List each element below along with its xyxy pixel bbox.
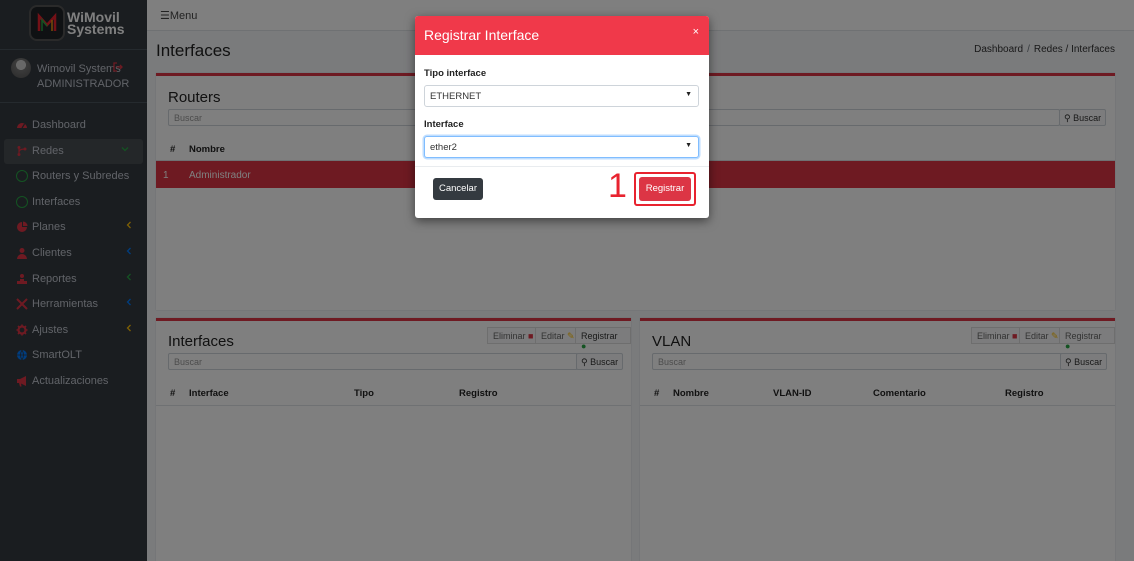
register-interface-modal: Registrar Interface × Tipo interface ETH… xyxy=(415,16,709,218)
caret-down-icon: ▼ xyxy=(685,91,692,98)
modal-title: Registrar Interface xyxy=(424,27,540,43)
tipo-interface-label: Tipo interface xyxy=(424,68,487,79)
cancel-button[interactable]: Cancelar xyxy=(433,178,483,200)
tipo-interface-select[interactable]: ETHERNET ▼ xyxy=(424,85,699,107)
tipo-interface-value: ETHERNET xyxy=(430,91,482,102)
interface-value: ether2 xyxy=(430,142,457,153)
register-submit-button[interactable]: Registrar xyxy=(639,177,691,201)
close-icon[interactable]: × xyxy=(693,26,699,38)
interface-label: Interface xyxy=(424,119,464,130)
step-number-annotation: 1 xyxy=(608,167,627,205)
caret-down-icon: ▼ xyxy=(685,142,692,149)
interface-select[interactable]: ether2 ▼ xyxy=(424,136,699,158)
modal-header: Registrar Interface × xyxy=(415,16,709,55)
divider xyxy=(415,166,709,167)
